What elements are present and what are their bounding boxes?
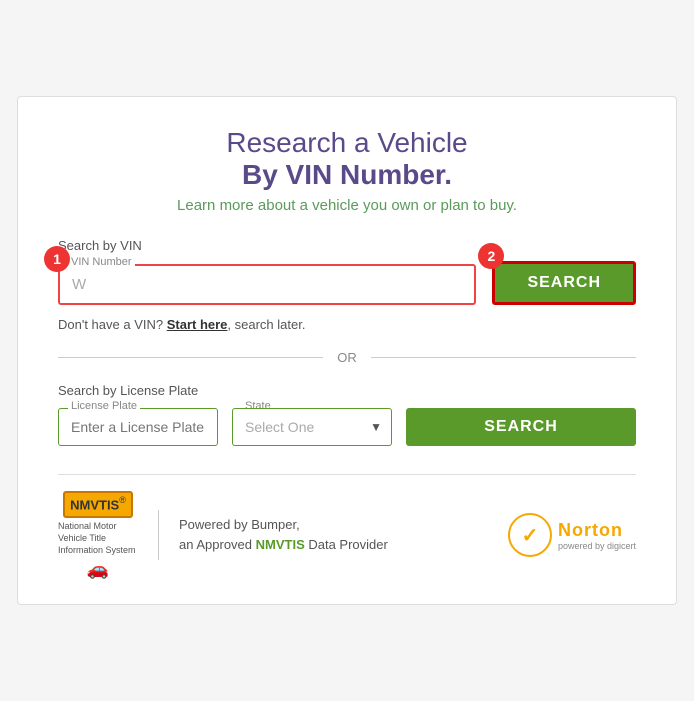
plate-row: License Plate State Select One Alabama A…	[58, 408, 636, 446]
nmvtis-badge: NMVTIS®	[63, 491, 133, 518]
powered-text: Powered by Bumper, an Approved NMVTIS Da…	[179, 515, 388, 557]
no-vin-text: Don't have a VIN? Start here, search lat…	[58, 317, 636, 332]
vin-search-btn-wrapper: 2 SEARCH	[492, 261, 636, 305]
plate-field-group: License Plate	[58, 408, 218, 446]
title-line2-bold: VIN Number	[286, 159, 445, 190]
divider-left	[58, 357, 323, 358]
vin-field-label: VIN Number	[68, 256, 135, 268]
or-text: OR	[323, 350, 371, 365]
plate-search-button[interactable]: SEARCH	[406, 408, 636, 446]
norton-text: Norton powered by digicert	[558, 520, 636, 551]
plate-section-label: Search by License Plate	[58, 383, 636, 398]
divider-row: OR	[58, 350, 636, 365]
powered-line2-suffix: Data Provider	[305, 537, 388, 552]
state-field-group: State Select One Alabama Alaska Arizona …	[232, 408, 392, 446]
divider-right	[371, 357, 636, 358]
title-line1: Research a Vehicle	[58, 127, 636, 159]
nmvtis-title: NMVTIS	[70, 497, 119, 512]
nmvtis-full-name: National Motor Vehicle Title Information…	[58, 521, 138, 556]
vin-field-group: 1 VIN Number	[58, 264, 476, 305]
no-vin-suffix: , search later.	[227, 317, 305, 332]
main-card: Research a Vehicle By VIN Number. Learn …	[17, 96, 677, 605]
plate-input[interactable]	[58, 408, 218, 446]
footer-divider	[158, 510, 159, 560]
norton-name: Norton	[558, 520, 636, 541]
nmvtis-logo: NMVTIS® National Motor Vehicle Title Inf…	[58, 491, 138, 580]
start-here-link[interactable]: Start here	[167, 317, 228, 332]
title-line2: By VIN Number.	[58, 159, 636, 191]
subtitle: Learn more about a vehicle you own or pl…	[58, 197, 636, 214]
footer: NMVTIS® National Motor Vehicle Title Inf…	[58, 474, 636, 580]
title-line2-suffix: .	[444, 159, 452, 190]
badge-1: 1	[44, 246, 70, 272]
vin-section-label: Search by VIN	[58, 238, 636, 253]
title-line2-prefix: By	[242, 159, 286, 190]
norton-badge: ✓ Norton powered by digicert	[508, 513, 636, 557]
vin-input[interactable]	[58, 264, 476, 305]
state-select-wrapper: Select One Alabama Alaska Arizona Califo…	[232, 408, 392, 446]
no-vin-prefix: Don't have a VIN?	[58, 317, 167, 332]
norton-check-icon: ✓	[508, 513, 552, 557]
vin-search-button[interactable]: SEARCH	[492, 261, 636, 305]
nmvtis-link[interactable]: NMVTIS	[256, 537, 305, 552]
title-area: Research a Vehicle By VIN Number. Learn …	[58, 127, 636, 214]
powered-line2-prefix: an Approved	[179, 537, 256, 552]
norton-digicert: powered by digicert	[558, 541, 636, 551]
state-select[interactable]: Select One Alabama Alaska Arizona Califo…	[232, 408, 392, 446]
car-icon: 🚗	[87, 559, 109, 580]
powered-line1: Powered by Bumper,	[179, 517, 300, 532]
vin-row: 1 VIN Number 2 SEARCH	[58, 261, 636, 305]
plate-field-label: License Plate	[68, 400, 140, 412]
